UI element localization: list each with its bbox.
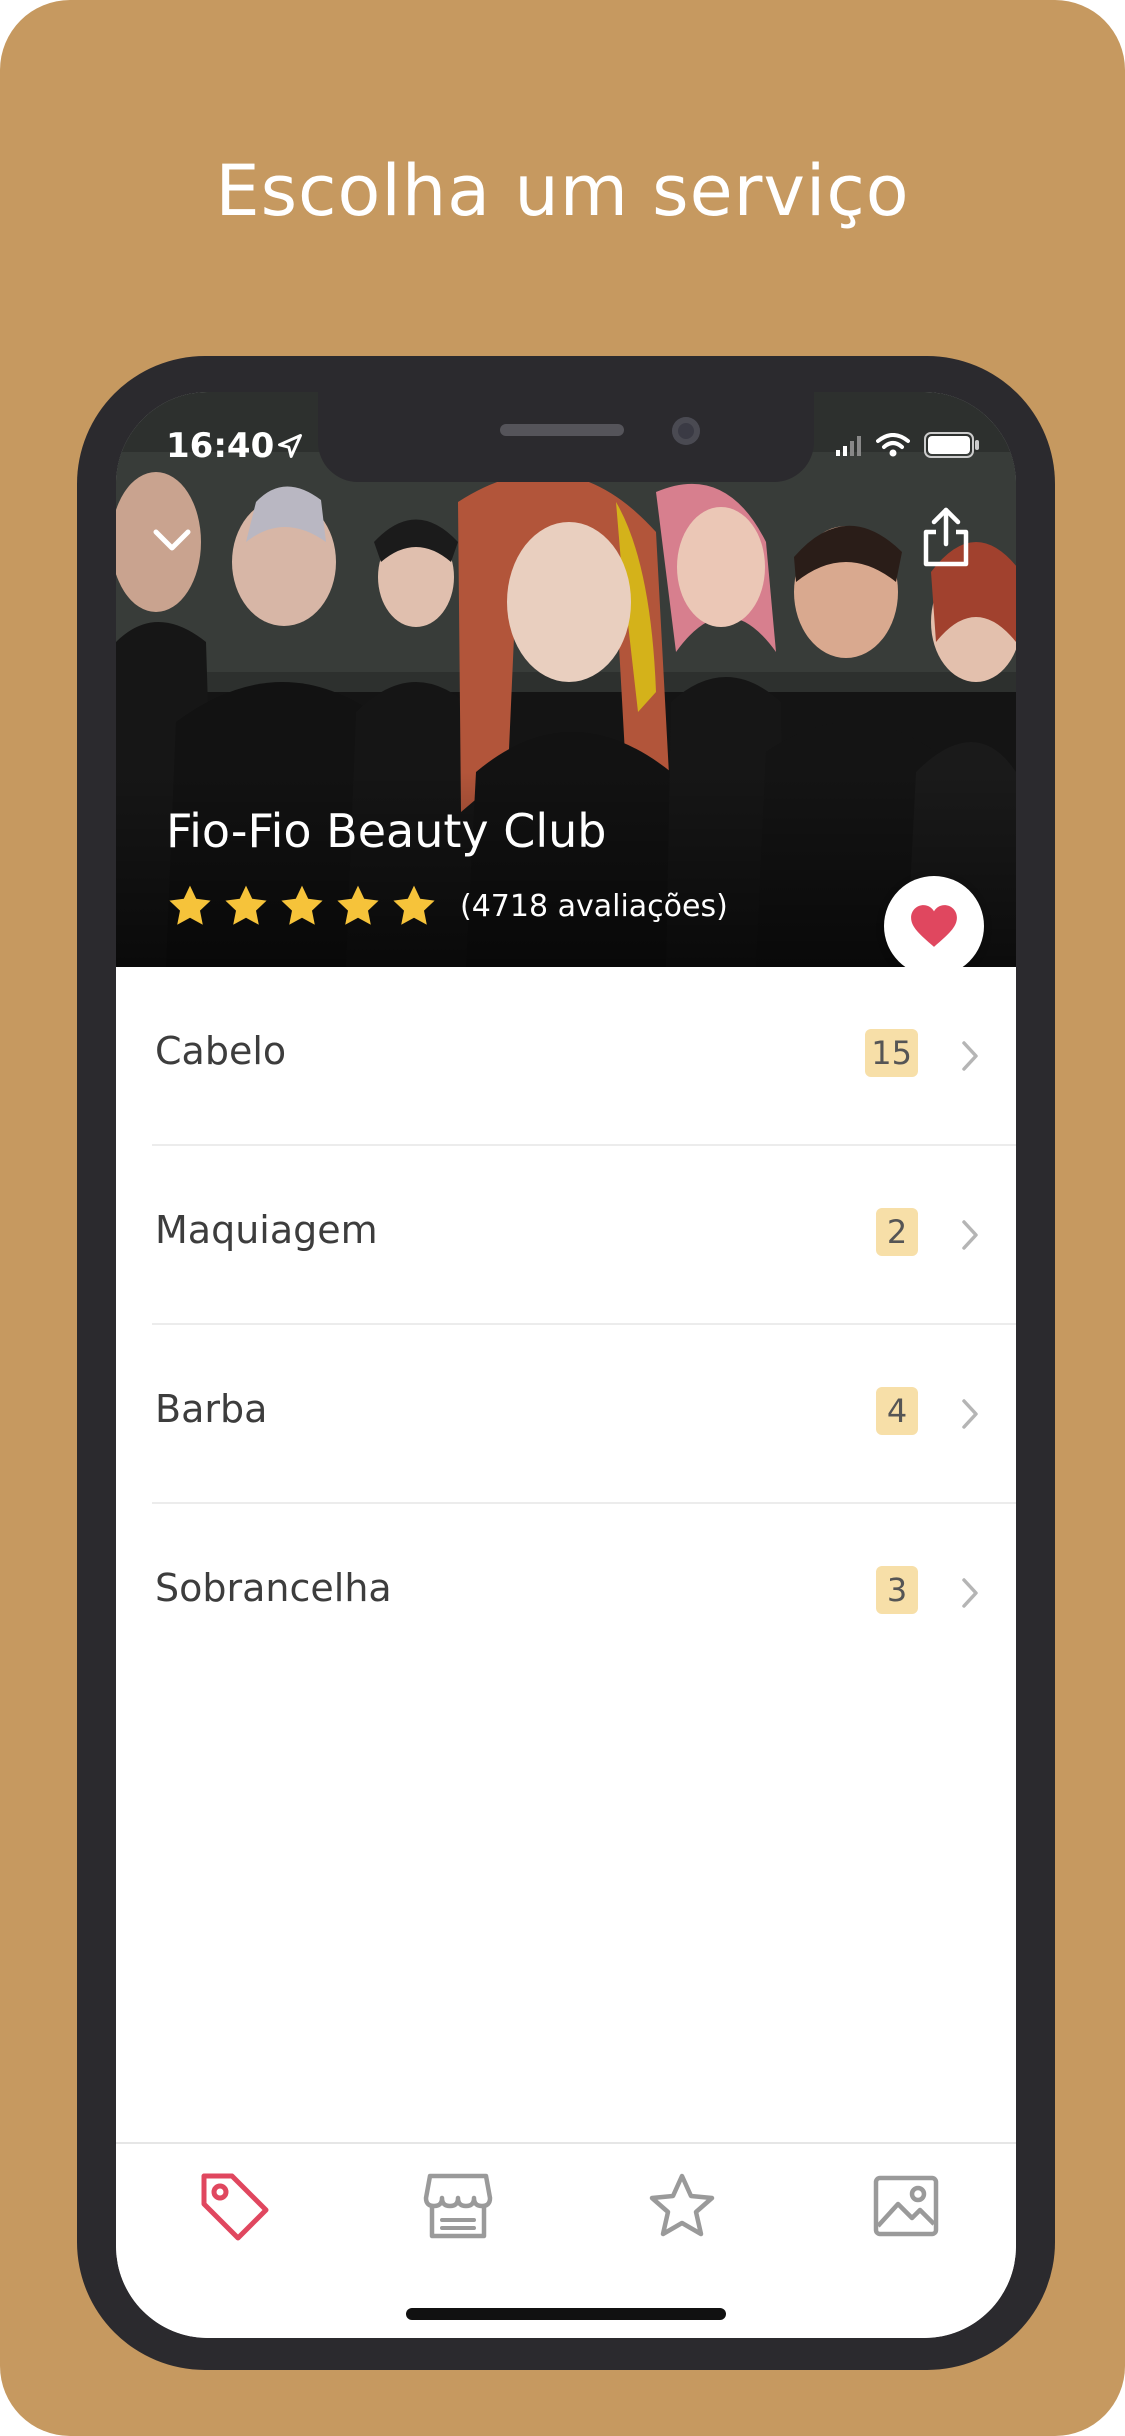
category-label: Maquiagem [155, 1208, 378, 1252]
chevron-right-icon [962, 1220, 978, 1250]
phone-screen: Fio-Fio Beauty Club (4718 avaliações) 16… [116, 392, 1016, 2338]
category-row-maquiagem[interactable]: Maquiagem 2 [116, 1146, 1016, 1325]
chevron-right-icon [962, 1578, 978, 1608]
count-badge: 3 [876, 1566, 918, 1614]
wifi-icon [876, 433, 910, 457]
star-icon[interactable] [642, 2166, 722, 2246]
category-row-cabelo[interactable]: Cabelo 15 [116, 967, 1016, 1146]
battery-icon [924, 432, 979, 458]
category-row-sobrancelha[interactable]: Sobrancelha 3 [116, 1504, 1016, 1683]
favorite-button[interactable] [884, 876, 984, 967]
star-icon [225, 885, 267, 925]
image-icon[interactable] [866, 2166, 946, 2246]
chevron-right-icon [962, 1399, 978, 1429]
share-icon[interactable] [916, 504, 976, 570]
star-icon [281, 885, 323, 925]
category-row-barba[interactable]: Barba 4 [116, 1325, 1016, 1504]
signal-icon [836, 436, 861, 456]
category-label: Barba [155, 1387, 268, 1431]
status-time: 16:40 [166, 426, 275, 466]
category-label: Cabelo [155, 1029, 287, 1073]
home-indicator[interactable] [406, 2308, 726, 2320]
star-icon [337, 885, 379, 925]
phone-notch [318, 392, 814, 482]
speaker [500, 424, 624, 436]
count-badge: 4 [876, 1387, 918, 1435]
category-label: Sobrancelha [155, 1566, 392, 1610]
review-count: (4718 avaliações) [460, 888, 728, 924]
chevron-down-icon[interactable] [144, 512, 200, 568]
rating-stars: (4718 avaliações) [166, 882, 728, 930]
count-badge: 15 [865, 1029, 918, 1077]
heart-icon [911, 905, 957, 947]
count-badge: 2 [876, 1208, 918, 1256]
promo-card: Escolha um serviço Fio-Fio Beauty Club (… [0, 0, 1125, 2436]
salon-name: Fio-Fio Beauty Club [166, 804, 607, 858]
headline: Escolha um serviço [215, 150, 910, 232]
star-icon [393, 885, 435, 925]
store-icon[interactable] [418, 2166, 498, 2246]
star-icon [169, 885, 211, 925]
chevron-right-icon [962, 1041, 978, 1071]
location-arrow-icon [278, 434, 302, 458]
camera [672, 417, 700, 445]
category-list: Cabelo 15 Maquiagem 2 Barba 4 Sobrancelh… [116, 967, 1016, 1683]
tag-icon[interactable] [194, 2166, 274, 2246]
status-icons [836, 432, 980, 458]
